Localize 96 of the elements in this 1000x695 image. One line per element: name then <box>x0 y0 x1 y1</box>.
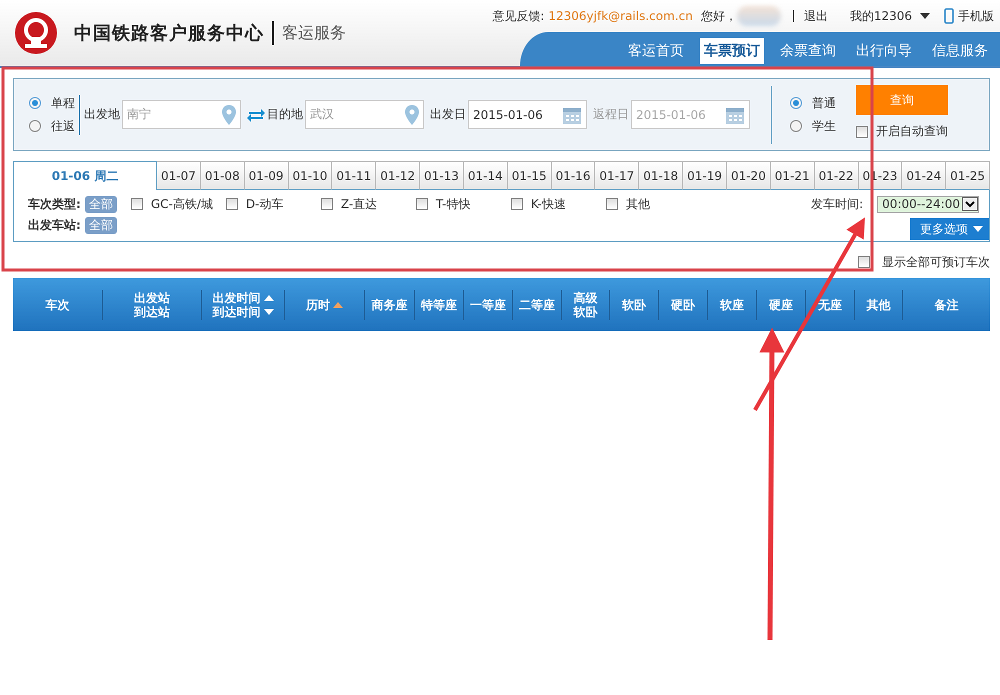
departure-date-field[interactable]: 2015-01-06 <box>468 100 587 129</box>
more-options-button[interactable]: 更多选项 <box>910 218 989 240</box>
radio-button[interactable] <box>29 97 41 109</box>
nav-tab[interactable]: 余票查询 <box>776 38 840 64</box>
logout-link[interactable]: 退出 <box>804 8 828 24</box>
checkbox-label: D-动车 <box>246 196 284 212</box>
nav-tab[interactable]: 客运首页 <box>624 38 688 64</box>
column-header: 高级 <box>574 290 598 304</box>
checkbox[interactable] <box>858 256 870 268</box>
checkbox[interactable] <box>856 126 868 138</box>
checkbox[interactable] <box>320 198 333 210</box>
sort-down-icon <box>264 308 274 314</box>
checkbox-label: 其他 <box>626 196 650 212</box>
column-header: 软卧 <box>574 304 598 318</box>
column-header: 无座 <box>818 298 842 312</box>
checkbox[interactable] <box>416 198 428 210</box>
sort-up-icon <box>264 294 274 300</box>
checkbox[interactable] <box>606 198 618 210</box>
nav-tab[interactable]: 信息服务 <box>928 38 992 64</box>
column-header: 硬座 <box>769 298 793 312</box>
date-tab[interactable]: 01-17 <box>595 161 640 190</box>
time-range-select[interactable]: 00:00--24:00 <box>877 196 979 212</box>
my-account-menu[interactable]: 我的12306 <box>850 8 930 24</box>
column-header: 软卧 <box>622 298 646 312</box>
column-header: 到达时间 <box>212 304 260 318</box>
date-tab[interactable]: 01-12 <box>376 161 420 190</box>
mobile-link[interactable]: 手机版 <box>944 8 994 24</box>
dropdown-icon <box>962 197 978 211</box>
field-label: 返程日 <box>593 106 629 123</box>
column-header: 出发时间 <box>212 290 260 304</box>
greeting-text: 您好， <box>700 8 737 24</box>
date-tab[interactable]: 01-11 <box>332 161 376 190</box>
date-tab[interactable]: 01-13 <box>420 161 464 190</box>
nav-tab[interactable]: 车票预订 <box>700 38 764 64</box>
phone-icon <box>944 8 954 24</box>
railway-logo-icon <box>14 11 58 55</box>
sort-up-icon <box>333 302 343 308</box>
date-tab[interactable]: 01-07 <box>157 161 201 190</box>
column-header: 到达站 <box>134 304 170 318</box>
column-header: 商务座 <box>372 298 408 312</box>
column-header: 车次 <box>46 298 70 312</box>
column-header: 历时 <box>306 298 330 312</box>
checkbox-label: GC-高铁/城 <box>150 196 213 212</box>
filter-label: 车次类型: <box>28 196 81 212</box>
column-header: 其他 <box>866 298 890 312</box>
site-title: 中国铁路客户服务中心 <box>74 22 264 45</box>
checkbox[interactable] <box>130 198 143 210</box>
date-tab[interactable]: 01-10 <box>288 161 332 190</box>
swap-arrows-icon <box>247 108 265 122</box>
checkbox-label: K-快速 <box>530 196 566 212</box>
date-tab[interactable]: 01-18 <box>639 161 684 190</box>
radio-button[interactable] <box>790 120 802 132</box>
checkbox[interactable] <box>226 198 238 210</box>
date-tab[interactable]: 01-08 <box>200 161 245 190</box>
date-tab[interactable]: 01-22 <box>814 161 858 190</box>
caret-icon <box>920 13 930 19</box>
checkbox-label: 显示全部可预订车次 <box>882 254 990 270</box>
filter-label: 出发车站: <box>28 216 81 234</box>
site-subtitle: 客运服务 <box>282 22 346 44</box>
radio-label: 单程 <box>51 94 75 112</box>
date-tab[interactable]: 01-15 <box>508 161 552 190</box>
column-header: 二等座 <box>519 298 555 312</box>
checkbox[interactable] <box>510 198 523 210</box>
column-header: 备注 <box>934 298 958 312</box>
radio-button[interactable] <box>29 120 41 132</box>
date-tab[interactable]: 01-06 周二 <box>13 161 157 190</box>
column-header: 软座 <box>720 298 744 312</box>
column-header: 一等座 <box>470 298 506 312</box>
caret-icon <box>973 226 983 232</box>
location-pin-icon <box>222 104 236 124</box>
nav-tab[interactable]: 出行向导 <box>852 38 916 64</box>
checkbox-label: T-特快 <box>436 196 470 212</box>
radio-label: 往返 <box>51 118 75 134</box>
field-label: 出发地 <box>84 106 120 123</box>
column-header: 出发站 <box>134 290 170 304</box>
checkbox-label: Z-直达 <box>340 196 378 212</box>
time-label: 发车时间: <box>811 196 864 212</box>
date-tab[interactable]: 01-19 <box>683 161 727 190</box>
date-tab[interactable]: 01-09 <box>244 161 289 190</box>
column-header: 硬卧 <box>671 298 695 312</box>
date-tab[interactable]: 01-16 <box>552 161 596 190</box>
field-label: 出发日 <box>430 106 466 123</box>
feedback-label: 意见反馈: <box>492 8 544 24</box>
blurred-username <box>736 6 781 26</box>
date-tab[interactable]: 01-20 <box>726 161 771 190</box>
date-tab[interactable]: 01-24 <box>902 161 946 190</box>
radio-button[interactable] <box>790 97 802 109</box>
radio-label: 学生 <box>812 118 836 134</box>
location-pin-icon <box>405 104 419 124</box>
column-header: 特等座 <box>421 298 457 312</box>
date-tab[interactable]: 01-21 <box>770 161 815 190</box>
radio-label: 普通 <box>812 94 836 112</box>
checkbox-label: 开启自动查询 <box>876 123 948 140</box>
date-tab[interactable]: 01-25 <box>946 161 990 190</box>
date-tab[interactable]: 01-14 <box>464 161 508 190</box>
field-label: 目的地 <box>267 106 303 123</box>
